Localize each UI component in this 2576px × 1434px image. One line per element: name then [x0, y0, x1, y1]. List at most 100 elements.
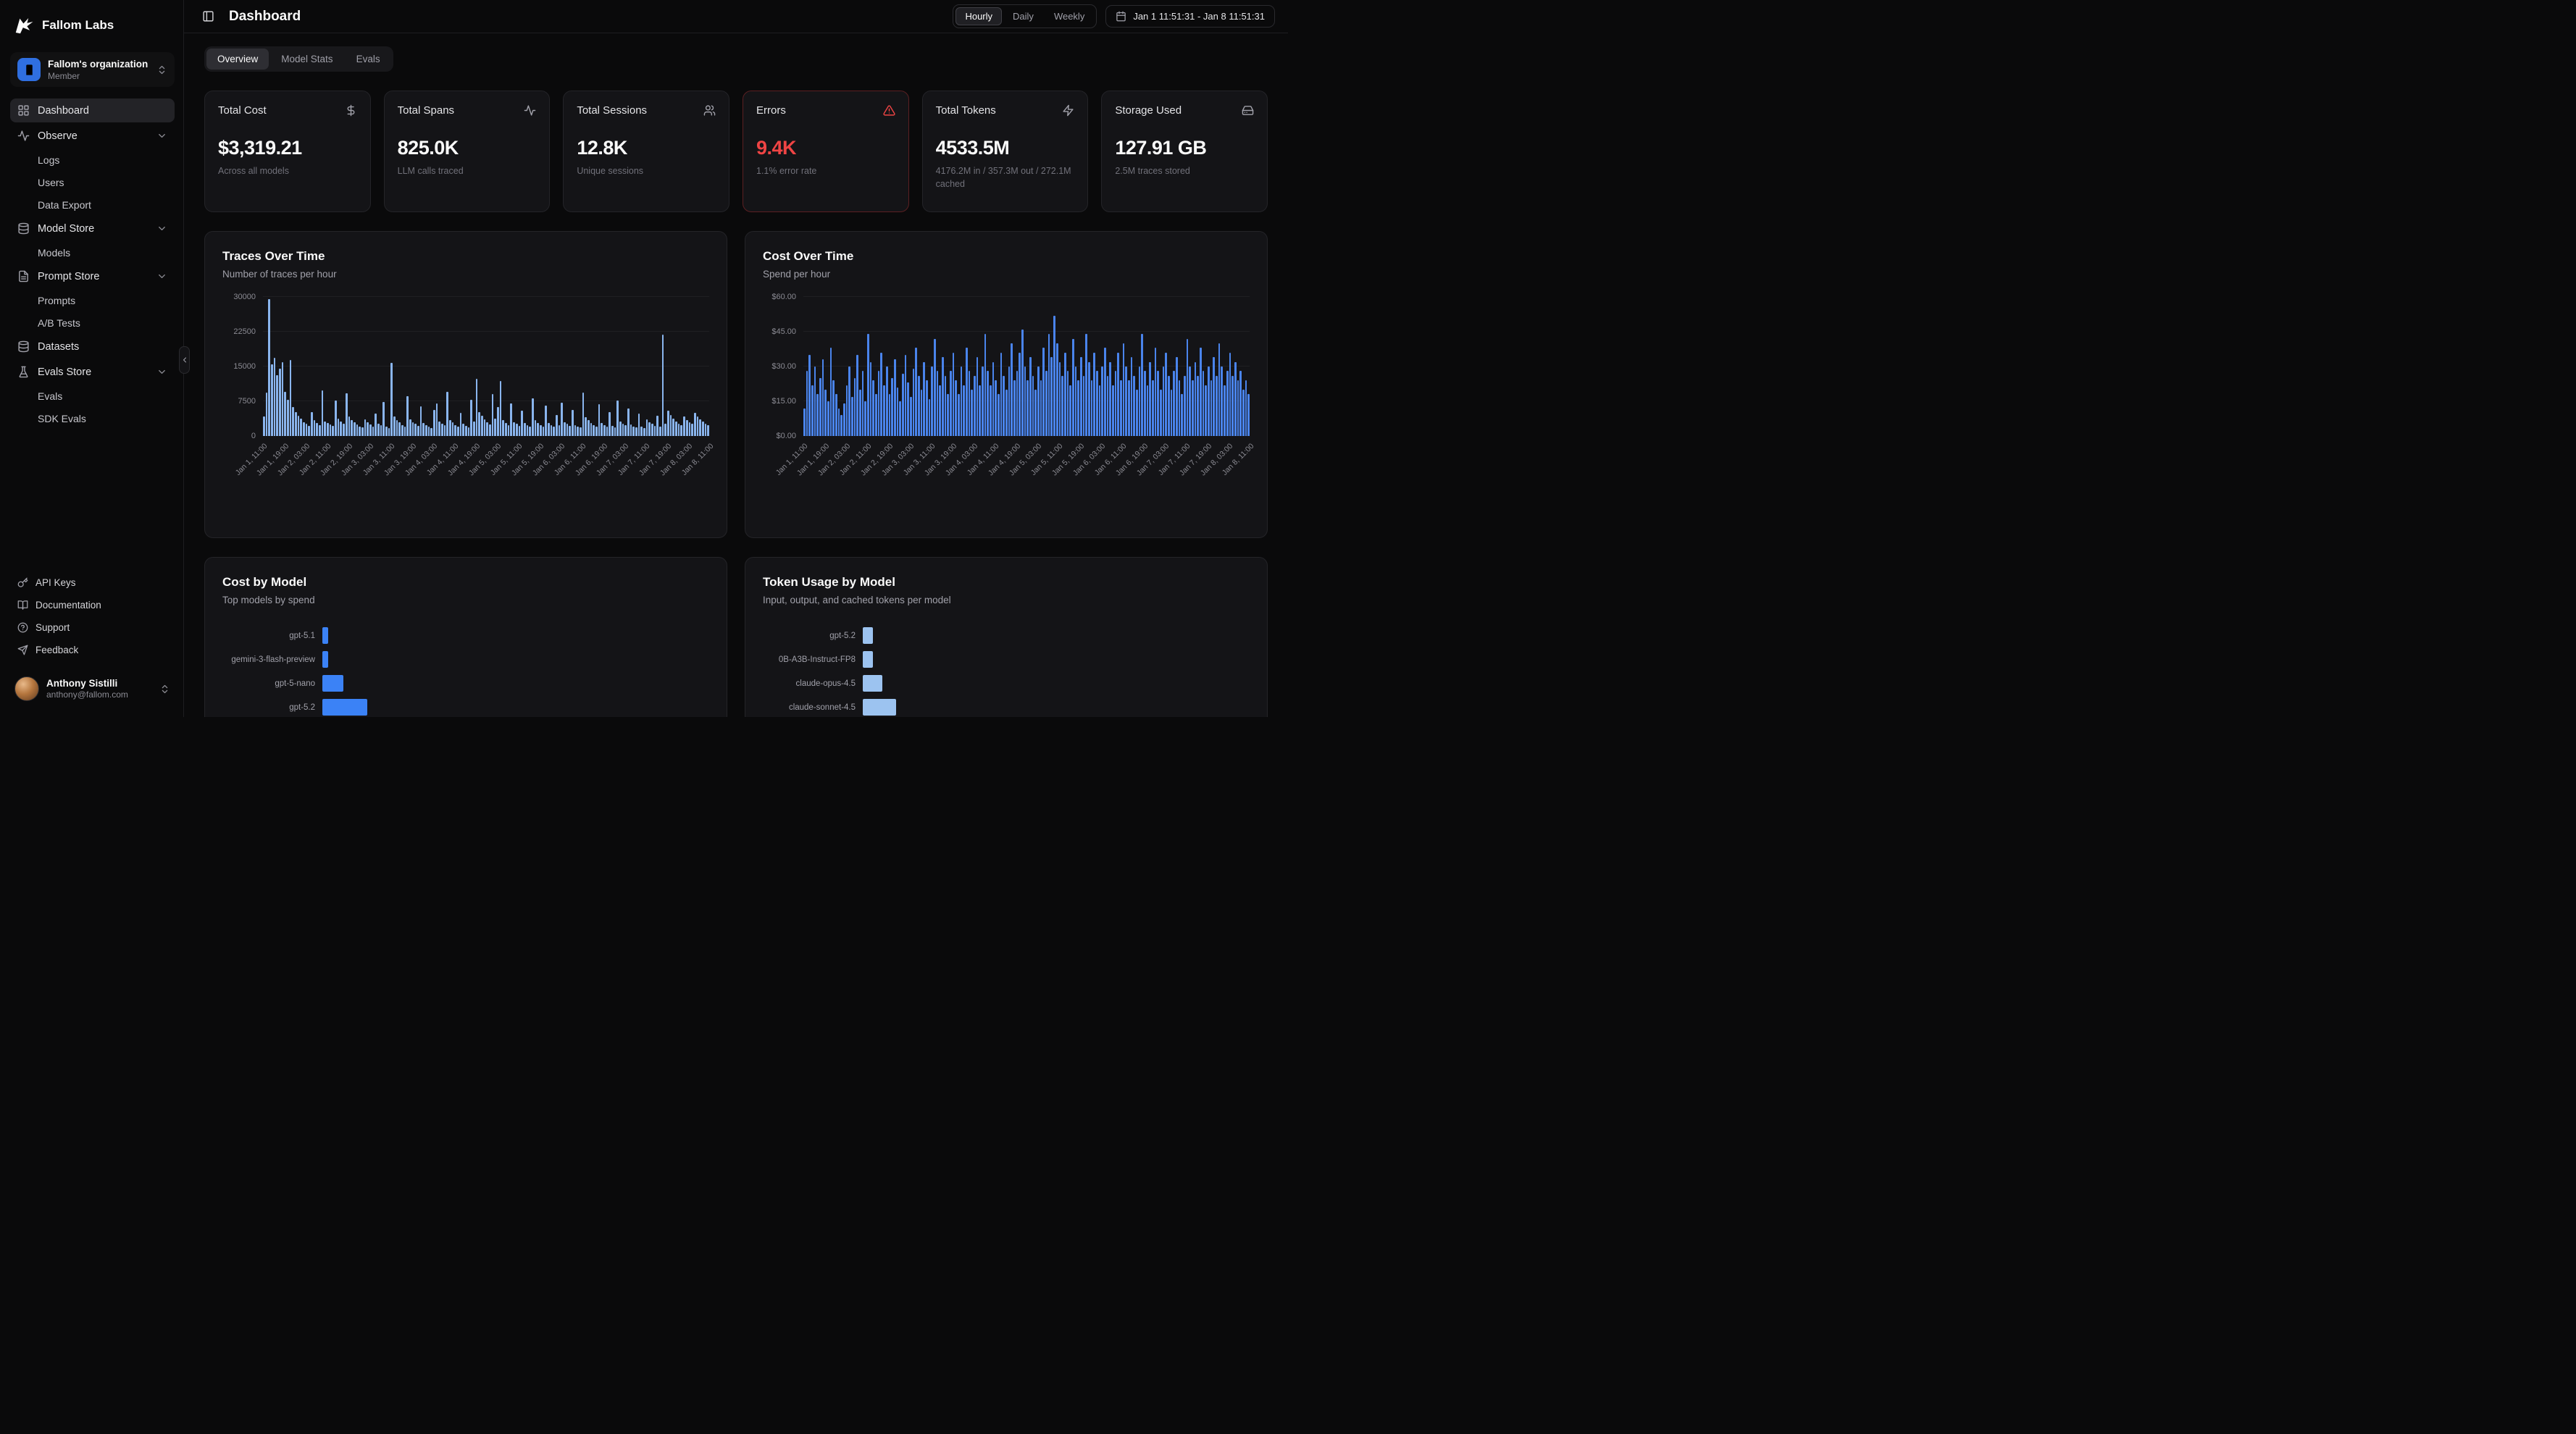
- sidebar-item-observe[interactable]: Observe: [10, 124, 175, 148]
- chart-bar[interactable]: [1184, 376, 1186, 436]
- chart-bar[interactable]: [414, 424, 417, 436]
- chart-bar[interactable]: [422, 423, 425, 436]
- chart-bar[interactable]: [359, 427, 361, 436]
- chart-bar[interactable]: [332, 426, 334, 436]
- chart-bar[interactable]: [931, 366, 933, 436]
- chart-bar[interactable]: [609, 412, 611, 436]
- chart-bar[interactable]: [521, 411, 523, 436]
- chart-bar[interactable]: [327, 423, 329, 436]
- chart-bar[interactable]: [454, 425, 456, 436]
- chart-bar[interactable]: [1085, 334, 1087, 436]
- chart-bar[interactable]: [1048, 334, 1050, 436]
- chart-bar[interactable]: [314, 420, 316, 436]
- chart-bar[interactable]: [1216, 376, 1218, 436]
- chart-bar[interactable]: [398, 422, 401, 436]
- chart-bar[interactable]: [390, 363, 393, 436]
- sidebar-item-feedback[interactable]: Feedback: [10, 640, 175, 661]
- chart-bar[interactable]: [854, 378, 856, 436]
- chart-bar[interactable]: [863, 675, 882, 692]
- chart-bar[interactable]: [375, 414, 377, 436]
- chart-bar[interactable]: [489, 424, 491, 436]
- chart-bar[interactable]: [564, 422, 566, 436]
- chart-bar[interactable]: [1189, 366, 1191, 436]
- chart-bar[interactable]: [691, 424, 693, 436]
- chart-bar[interactable]: [1247, 394, 1250, 436]
- chart-bar[interactable]: [977, 357, 979, 436]
- chart-bar[interactable]: [322, 627, 328, 644]
- chart-bar[interactable]: [330, 424, 332, 436]
- chart-bar[interactable]: [535, 420, 537, 436]
- chart-bar[interactable]: [963, 385, 965, 436]
- chart-bar[interactable]: [1205, 385, 1207, 436]
- chart-bar[interactable]: [1200, 348, 1202, 436]
- chart-bar[interactable]: [527, 425, 529, 436]
- chart-bar[interactable]: [1165, 353, 1167, 436]
- chart-bar[interactable]: [580, 427, 582, 436]
- chart-bar[interactable]: [569, 426, 571, 436]
- chart-bar[interactable]: [945, 376, 947, 436]
- chart-bar[interactable]: [859, 390, 861, 436]
- chart-bar[interactable]: [648, 422, 651, 436]
- chart-bar[interactable]: [843, 403, 845, 436]
- chart-bar[interactable]: [699, 419, 701, 436]
- chart-bar[interactable]: [835, 394, 837, 436]
- chart-bar[interactable]: [1072, 339, 1074, 436]
- chart-bar[interactable]: [707, 425, 709, 436]
- chart-bar[interactable]: [992, 362, 995, 436]
- chart-bar[interactable]: [1141, 334, 1143, 436]
- chart-bar[interactable]: [646, 419, 648, 436]
- chart-bar[interactable]: [1109, 362, 1111, 436]
- chart-bar[interactable]: [1171, 390, 1173, 436]
- chart-bar[interactable]: [1016, 371, 1019, 436]
- chart-bar[interactable]: [942, 357, 944, 436]
- date-range-button[interactable]: Jan 1 11:51:31 - Jan 8 11:51:31: [1105, 5, 1275, 28]
- chart-bar[interactable]: [840, 415, 842, 436]
- chart-bar[interactable]: [678, 424, 680, 436]
- chart-bar[interactable]: [369, 424, 372, 436]
- chart-bar[interactable]: [446, 392, 448, 436]
- chart-bar[interactable]: [883, 385, 885, 436]
- chart-bar[interactable]: [595, 427, 598, 436]
- sidebar-toggle-button[interactable]: [197, 6, 219, 28]
- chart-bar[interactable]: [702, 422, 704, 436]
- chart-bar[interactable]: [508, 425, 510, 436]
- chart-bar[interactable]: [1157, 371, 1159, 436]
- chart-bar[interactable]: [537, 423, 539, 436]
- chart-bar[interactable]: [356, 424, 359, 436]
- chart-bar[interactable]: [287, 400, 289, 436]
- chart-bar[interactable]: [1210, 380, 1213, 436]
- chart-bar[interactable]: [322, 699, 367, 716]
- chart-bar[interactable]: [540, 425, 542, 436]
- chart-bar[interactable]: [519, 426, 521, 436]
- chart-bar[interactable]: [863, 627, 873, 644]
- chart-bar[interactable]: [1120, 380, 1122, 436]
- chart-bar[interactable]: [982, 366, 984, 436]
- chart-bar[interactable]: [1131, 357, 1133, 436]
- chart-bar[interactable]: [662, 335, 664, 436]
- chart-bar[interactable]: [1093, 353, 1095, 436]
- chart-bar[interactable]: [1149, 362, 1151, 436]
- chart-bar[interactable]: [346, 393, 348, 436]
- chart-bar[interactable]: [867, 334, 869, 436]
- chart-bar[interactable]: [872, 380, 874, 436]
- chart-bar[interactable]: [907, 382, 909, 436]
- chart-bar[interactable]: [806, 371, 808, 436]
- chart-bar[interactable]: [412, 422, 414, 436]
- chart-bar[interactable]: [816, 394, 819, 436]
- chart-bar[interactable]: [351, 420, 353, 436]
- chart-bar[interactable]: [340, 422, 342, 436]
- sidebar-item-api-keys[interactable]: API Keys: [10, 572, 175, 593]
- chart-bar[interactable]: [659, 427, 661, 436]
- chart-bar[interactable]: [680, 425, 682, 436]
- chart-bar[interactable]: [319, 425, 321, 436]
- chart-bar[interactable]: [1056, 343, 1058, 436]
- chart-bar[interactable]: [348, 416, 351, 436]
- chart-bar[interactable]: [553, 427, 555, 436]
- chart-bar[interactable]: [380, 425, 382, 436]
- chart-bar[interactable]: [1176, 357, 1178, 436]
- chart-bar[interactable]: [1144, 371, 1146, 436]
- chart-bar[interactable]: [449, 420, 451, 436]
- chart-bar[interactable]: [494, 419, 496, 436]
- chart-bar[interactable]: [1034, 390, 1037, 436]
- chart-bar[interactable]: [593, 425, 595, 436]
